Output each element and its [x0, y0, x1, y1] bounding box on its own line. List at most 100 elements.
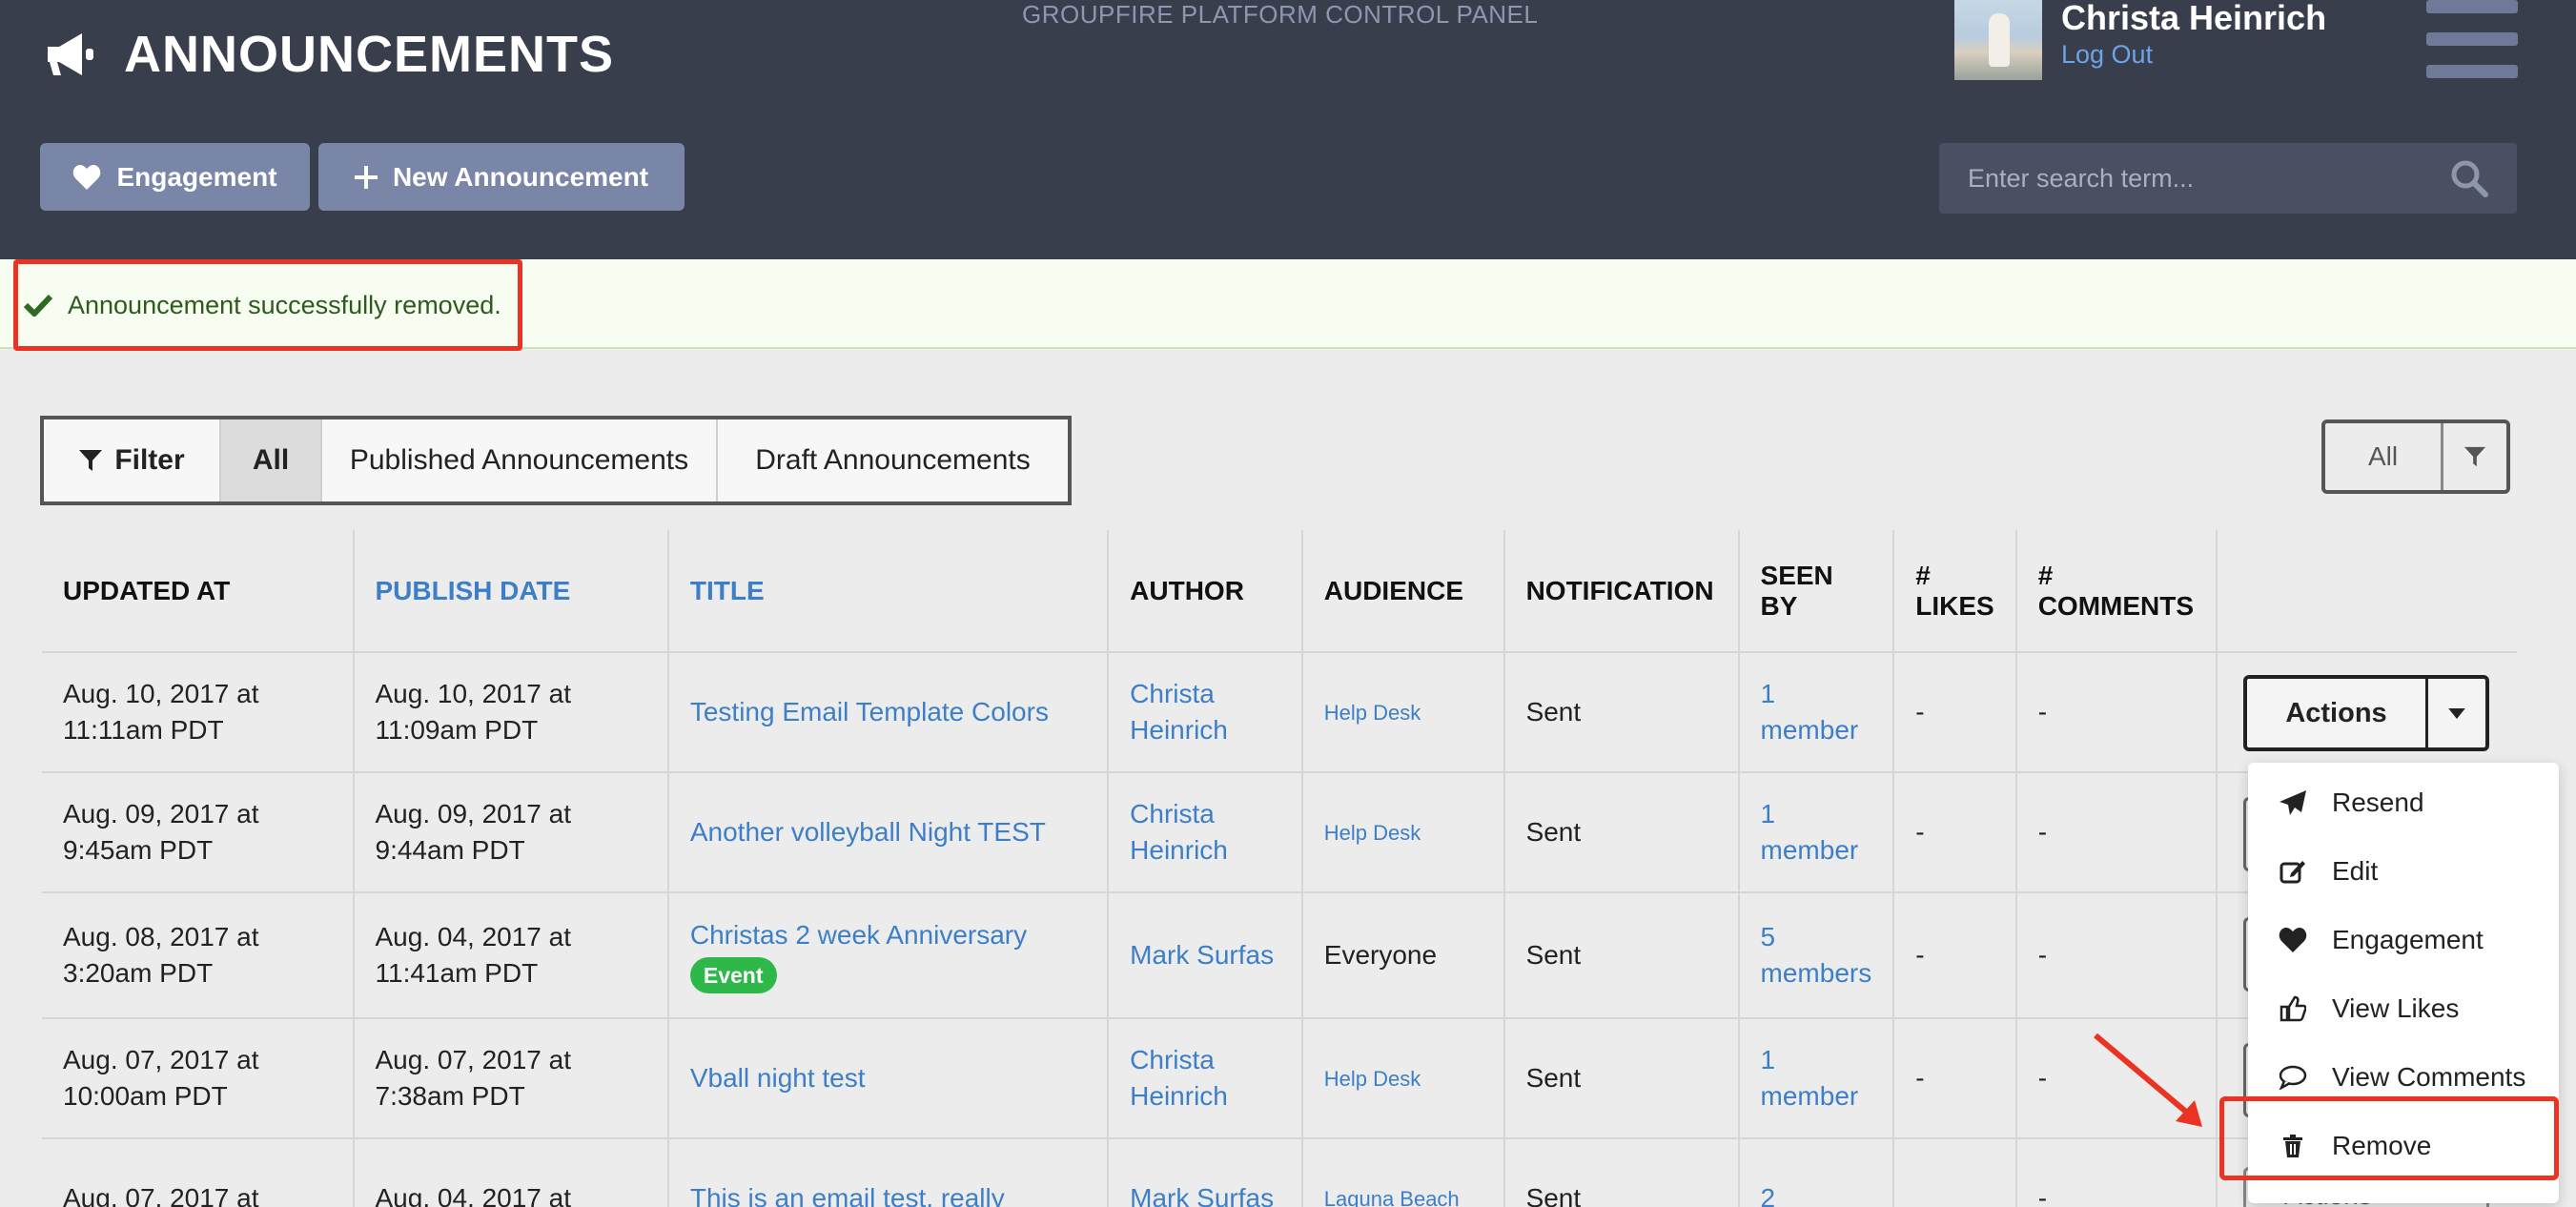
cell-audience[interactable]: Laguna Beach	[1301, 1138, 1505, 1207]
menu-item-edit[interactable]: Edit	[2248, 837, 2559, 906]
alert-highlight: Announcement successfully removed.	[13, 259, 522, 351]
cell-updated-at: Aug. 07, 2017 at	[42, 1138, 355, 1207]
col-publish-date[interactable]: PUBLISH DATE	[353, 530, 669, 653]
title-link[interactable]: Vball night test	[690, 1063, 866, 1093]
new-announcement-button[interactable]: New Announcement	[318, 143, 685, 211]
audience-filter[interactable]: All	[2321, 419, 2510, 494]
title-link[interactable]: Another volleyball Night TEST	[690, 817, 1046, 847]
comment-icon	[2279, 1065, 2307, 1090]
remove-highlight	[2219, 1096, 2559, 1180]
col-title[interactable]: TITLE	[667, 530, 1110, 653]
event-badge: Event	[689, 957, 777, 993]
tab-published[interactable]: Published Announcements	[322, 419, 718, 501]
cell-publish-date: Aug. 07, 2017 at 7:38am PDT	[353, 1018, 669, 1139]
cell-author[interactable]: Christa Heinrich	[1108, 652, 1303, 773]
cell-seen-by[interactable]: 1 member	[1738, 652, 1895, 773]
search-icon[interactable]	[2450, 159, 2488, 197]
funnel-icon	[79, 450, 103, 471]
cell-likes: -	[1893, 892, 2017, 1019]
menu-icon[interactable]	[2426, 0, 2518, 78]
col-seen-by: SEEN BY	[1738, 530, 1895, 653]
cell-author[interactable]: Mark Surfas	[1108, 1138, 1303, 1207]
cell-publish-date: Aug. 04, 2017 at	[353, 1138, 669, 1207]
filter-tabs: Filter All Published Announcements Draft…	[40, 416, 1072, 505]
audience-filter-value[interactable]: All	[2325, 423, 2443, 490]
actions-button-label[interactable]: Actions	[2247, 679, 2428, 747]
col-actions	[2216, 530, 2517, 653]
new-announcement-label: New Announcement	[392, 161, 649, 192]
cell-likes: -	[1893, 772, 2017, 893]
engagement-button-label: Engagement	[116, 161, 277, 192]
col-audience: AUDIENCE	[1301, 530, 1505, 653]
title-link[interactable]: Christas 2 week Anniversary	[690, 920, 1027, 950]
menu-item-engagement[interactable]: Engagement	[2248, 906, 2559, 974]
cell-audience[interactable]: Help Desk	[1301, 652, 1505, 773]
plus-icon	[354, 165, 378, 189]
avatar[interactable]	[1954, 0, 2042, 80]
search-box[interactable]	[1939, 143, 2517, 214]
table-row: Aug. 07, 2017 at Aug. 04, 2017 at This i…	[42, 1138, 2517, 1207]
logout-link[interactable]: Log Out	[2061, 40, 2326, 70]
col-comments: # COMMENTS	[2015, 530, 2218, 653]
success-alert: Announcement successfully removed.	[0, 259, 2576, 351]
cell-publish-date: Aug. 10, 2017 at 11:09am PDT	[353, 652, 669, 773]
cell-title[interactable]: Vball night test	[667, 1018, 1110, 1139]
tab-all[interactable]: All	[221, 419, 322, 501]
tab-drafts[interactable]: Draft Announcements	[718, 419, 1068, 501]
table-header-row: UPDATED AT PUBLISH DATE TITLE AUTHOR AUD…	[42, 530, 2517, 653]
cell-title[interactable]: Testing Email Template Colors	[667, 652, 1110, 773]
cell-audience: Everyone	[1301, 892, 1505, 1019]
thumbs-up-icon	[2280, 995, 2306, 1022]
cell-notification: Sent	[1503, 1018, 1740, 1139]
filter-label: Filter	[44, 419, 221, 501]
menu-item-resend[interactable]: Resend	[2248, 768, 2559, 837]
caret-down-icon[interactable]	[2428, 679, 2485, 747]
actions-button[interactable]: Actions	[2243, 675, 2489, 751]
cell-author[interactable]: Christa Heinrich	[1108, 1018, 1303, 1139]
cell-likes: -	[1893, 652, 2017, 773]
cell-title[interactable]: This is an email test, really	[667, 1138, 1110, 1207]
paper-plane-icon	[2280, 790, 2306, 815]
cell-likes: -	[1893, 1018, 2017, 1139]
page-title: ANNOUNCEMENTS	[42, 25, 614, 84]
filter-label-text: Filter	[114, 444, 185, 476]
col-updated-at[interactable]: UPDATED AT	[42, 530, 355, 653]
cell-author[interactable]: Christa Heinrich	[1108, 772, 1303, 893]
edit-icon	[2280, 861, 2305, 884]
cell-publish-date: Aug. 09, 2017 at 9:44am PDT	[353, 772, 669, 893]
cell-audience[interactable]: Help Desk	[1301, 772, 1505, 893]
cell-seen-by[interactable]: 2	[1738, 1138, 1895, 1207]
checkmark-icon	[24, 294, 52, 317]
col-likes: # LIKES	[1893, 530, 2017, 653]
table-row: Aug. 08, 2017 at 3:20am PDT Aug. 04, 2017…	[42, 892, 2517, 1019]
title-link[interactable]: This is an email test, really	[690, 1183, 1005, 1207]
cell-title[interactable]: Another volleyball Night TEST	[667, 772, 1110, 893]
cell-likes	[1893, 1138, 2017, 1207]
heart-icon	[2279, 928, 2307, 952]
engagement-button[interactable]: Engagement	[40, 143, 310, 211]
col-author: AUTHOR	[1108, 530, 1303, 653]
annotation-arrow-icon	[2094, 1033, 2202, 1127]
cell-seen-by[interactable]: 5 members	[1738, 892, 1895, 1019]
search-input[interactable]	[1968, 163, 2450, 194]
cell-audience[interactable]: Help Desk	[1301, 1018, 1505, 1139]
table-row: Aug. 10, 2017 at 11:11am PDT Aug. 10, 201…	[42, 652, 2517, 773]
cell-notification: Sent	[1503, 772, 1740, 893]
user-block: Christa Heinrich Log Out	[1954, 0, 2326, 80]
heart-icon	[73, 164, 101, 190]
cell-updated-at: Aug. 09, 2017 at 9:45am PDT	[42, 772, 355, 893]
cell-comments: -	[2015, 772, 2218, 893]
cell-seen-by[interactable]: 1 member	[1738, 1018, 1895, 1139]
menu-item-view-likes[interactable]: View Likes	[2248, 974, 2559, 1043]
cell-author[interactable]: Mark Surfas	[1108, 892, 1303, 1019]
funnel-icon[interactable]	[2443, 423, 2506, 490]
title-link[interactable]: Testing Email Template Colors	[690, 697, 1049, 726]
panel-label: GROUPFIRE PLATFORM CONTROL PANEL	[1022, 0, 1539, 29]
table-row: Aug. 09, 2017 at 9:45am PDT Aug. 09, 2017…	[42, 772, 2517, 893]
cell-comments: -	[2015, 892, 2218, 1019]
cell-seen-by[interactable]: 1 member	[1738, 772, 1895, 893]
cell-notification: Sent	[1503, 652, 1740, 773]
cell-title[interactable]: Christas 2 week Anniversary Event	[667, 892, 1110, 1019]
cell-notification: Sent	[1503, 1138, 1740, 1207]
user-name: Christa Heinrich	[2061, 0, 2327, 37]
